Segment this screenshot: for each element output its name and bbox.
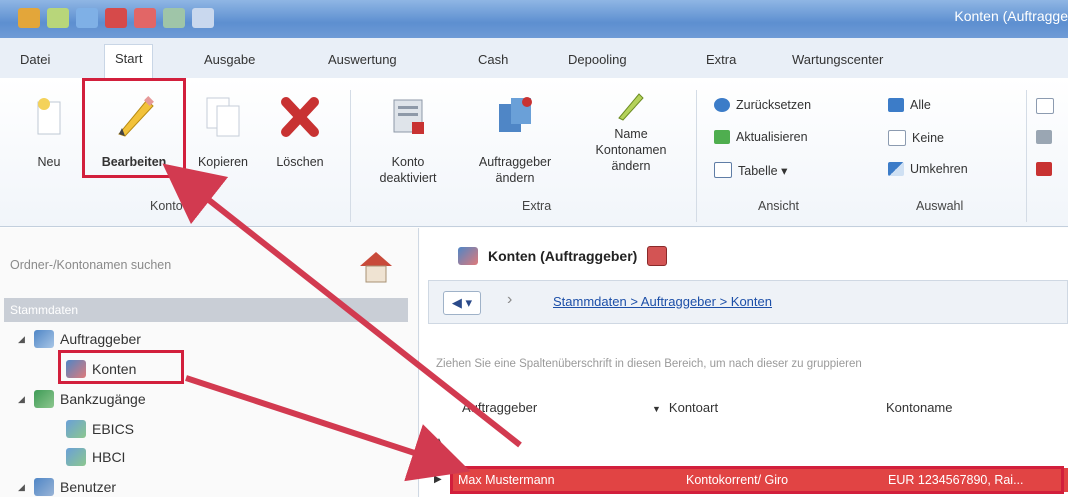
arrow-to-row (185, 375, 471, 482)
annotation-arrows (162, 163, 522, 482)
arrow-to-bearbeiten (162, 163, 522, 448)
